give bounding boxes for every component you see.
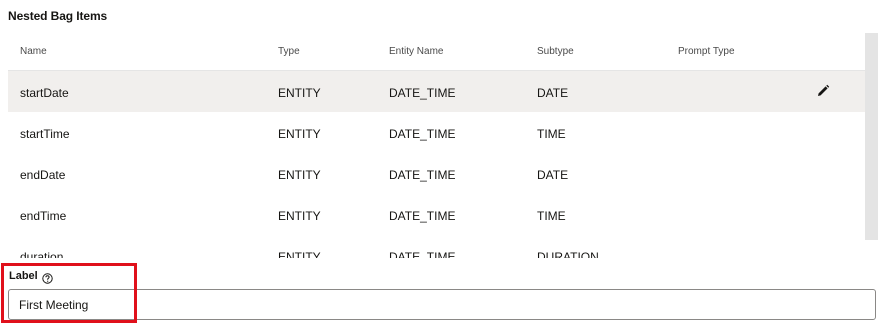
table-row[interactable]: duration ENTITY DATE_TIME DURATION [8,235,865,258]
cell-type: ENTITY [278,168,321,182]
table-row[interactable]: startTime ENTITY DATE_TIME TIME [8,112,865,153]
label-input[interactable] [8,289,876,320]
help-circle-icon[interactable] [42,271,53,284]
column-header-entity-name[interactable]: Entity Name [389,46,443,57]
column-header-name[interactable]: Name [20,46,47,57]
table-scrollbar[interactable] [865,33,878,240]
cell-type: ENTITY [278,127,321,141]
nested-bag-items-table: Name Type Entity Name Subtype Prompt Typ… [8,33,865,258]
cell-name: startDate [20,86,69,100]
label-field-label: Label [9,270,38,282]
cell-name: duration [20,250,64,258]
pencil-icon [818,84,830,96]
cell-subtype: DURATION [537,250,599,258]
cell-entity-name: DATE_TIME [389,127,456,141]
cell-entity-name: DATE_TIME [389,168,456,182]
column-header-subtype[interactable]: Subtype [537,46,574,57]
cell-type: ENTITY [278,209,321,223]
label-field-header: Label [9,268,53,284]
table-row[interactable]: endTime ENTITY DATE_TIME TIME [8,194,865,235]
cell-subtype: DATE [537,168,569,182]
table-row[interactable]: endDate ENTITY DATE_TIME DATE [8,153,865,194]
cell-name: endDate [20,168,66,182]
cell-name: startTime [20,127,70,141]
table-header: Name Type Entity Name Subtype Prompt Typ… [8,33,865,71]
cell-subtype: TIME [537,209,566,223]
column-header-type[interactable]: Type [278,46,300,57]
cell-entity-name: DATE_TIME [389,209,456,223]
cell-entity-name: DATE_TIME [389,250,456,258]
cell-type: ENTITY [278,86,321,100]
section-title: Nested Bag Items [8,9,108,23]
column-header-prompt-type[interactable]: Prompt Type [678,46,735,57]
cell-subtype: DATE [537,86,569,100]
cell-entity-name: DATE_TIME [389,86,456,100]
page: Nested Bag Items Name Type Entity Name S… [0,0,882,325]
table-row[interactable]: startDate ENTITY DATE_TIME DATE [8,71,865,112]
cell-subtype: TIME [537,127,566,141]
cell-type: ENTITY [278,250,321,258]
cell-name: endTime [20,209,67,223]
edit-row-button[interactable] [816,84,830,98]
